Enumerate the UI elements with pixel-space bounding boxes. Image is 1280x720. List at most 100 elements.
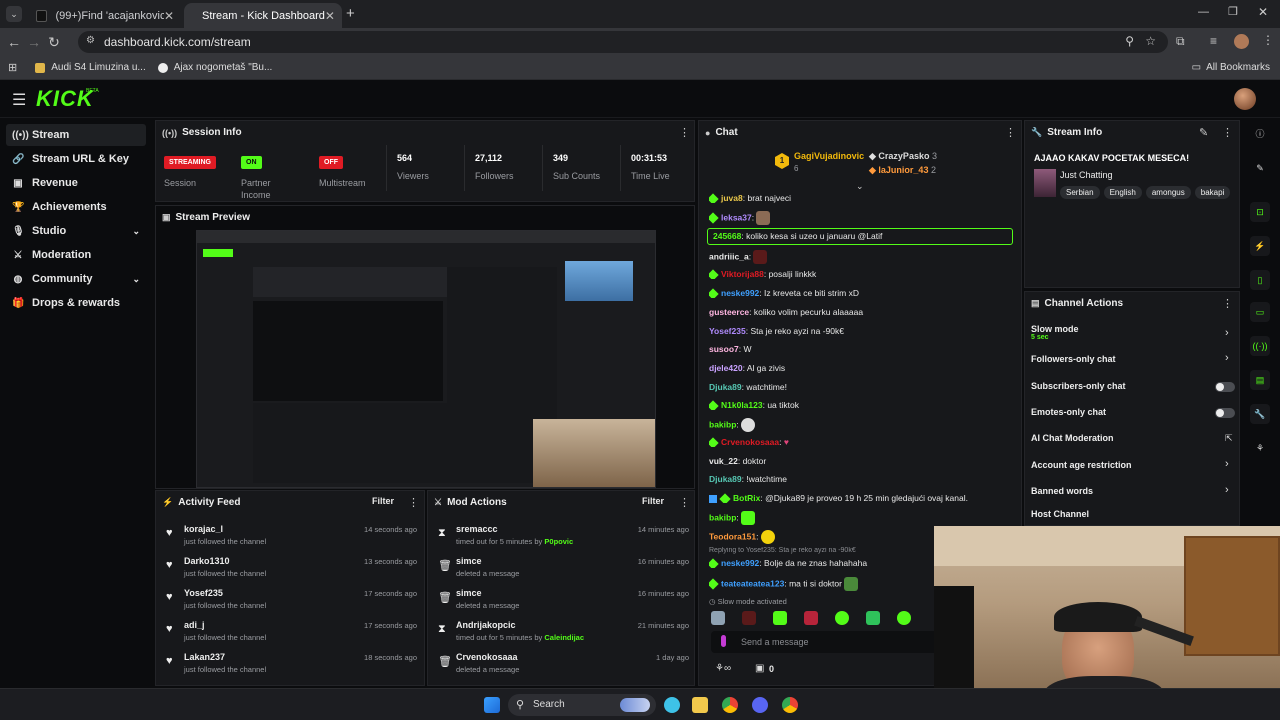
chevron-down-icon[interactable]: ⌄ bbox=[856, 181, 864, 192]
broadcast-icon[interactable]: ((·)) bbox=[1250, 336, 1270, 356]
windows-start-icon[interactable] bbox=[484, 697, 500, 713]
chat-username[interactable]: Crvenokosaaa bbox=[721, 437, 779, 447]
list-icon[interactable]: ▤ bbox=[1250, 370, 1270, 390]
chat-username[interactable]: Djuka89 bbox=[709, 474, 742, 484]
extensions-icon[interactable]: ⧉ bbox=[1176, 34, 1185, 49]
emotes-only-toggle[interactable] bbox=[1215, 408, 1235, 418]
top-gifter-3[interactable]: ◆ laJunior_43 2 bbox=[869, 165, 936, 176]
tab-kick-dashboard[interactable]: Stream - Kick Dashboard ✕ bbox=[184, 3, 342, 28]
sidebar-item-community[interactable]: ◍ Community ⌄ bbox=[6, 268, 146, 290]
tab-search-icon[interactable]: ⌄ bbox=[6, 6, 22, 22]
chat-username[interactable]: 245668 bbox=[713, 231, 741, 241]
chat-username[interactable]: susoo7 bbox=[709, 344, 739, 354]
sidebar-item-revenue[interactable]: ▣ Revenue bbox=[6, 172, 146, 194]
forward-icon[interactable]: → bbox=[24, 34, 44, 50]
sidebar-item-moderation[interactable]: ⚔ Moderation bbox=[6, 244, 146, 266]
sidebar-item-drops-rewards[interactable]: 🎁 Drops & rewards bbox=[6, 292, 146, 314]
url-field[interactable]: ⚙ dashboard.kick.com/stream ⚲ ☆ bbox=[78, 31, 1168, 53]
more-menu-icon[interactable]: ⋮ bbox=[679, 126, 690, 139]
tab-tiktok[interactable]: (99+)Find 'acajankovic' on TikTok ✕ bbox=[26, 3, 184, 28]
emote-icon[interactable] bbox=[742, 611, 756, 625]
scan-icon[interactable]: ⊡ bbox=[1250, 202, 1270, 222]
close-icon[interactable]: ✕ bbox=[164, 9, 174, 23]
chat-icon[interactable]: ▭ bbox=[1250, 302, 1270, 322]
chat-username[interactable]: bakibp bbox=[709, 512, 736, 522]
profile-avatar[interactable] bbox=[1234, 34, 1249, 49]
all-bookmarks[interactable]: ▭ All Bookmarks bbox=[1192, 62, 1270, 73]
top-gifter-2[interactable]: ◆ CrazyPasko 3 bbox=[869, 151, 937, 162]
chat-username[interactable]: juva8 bbox=[721, 193, 743, 203]
tag[interactable]: amongus bbox=[1145, 186, 1191, 199]
bookmark-star-icon[interactable]: ☆ bbox=[1145, 34, 1156, 48]
tag[interactable]: English bbox=[1103, 186, 1142, 199]
more-menu-icon[interactable]: ⋮ bbox=[679, 496, 690, 509]
emote-icon[interactable] bbox=[711, 611, 725, 625]
info-icon[interactable]: ⓘ bbox=[1250, 124, 1270, 144]
bookmark-ajax[interactable]: Ajax nogometaš "Bu... bbox=[157, 62, 272, 73]
file-explorer-icon[interactable] bbox=[692, 697, 708, 713]
chrome-icon[interactable] bbox=[722, 697, 738, 713]
chat-username[interactable]: Yosef235 bbox=[709, 326, 746, 336]
chevron-right-icon[interactable]: › bbox=[1225, 484, 1229, 496]
chevron-right-icon[interactable]: › bbox=[1225, 352, 1229, 364]
action-slow-mode[interactable]: Slow mode 5 sec bbox=[1031, 324, 1231, 344]
chat-username[interactable]: N1k0la123 bbox=[721, 400, 763, 410]
document-icon[interactable]: ▯ bbox=[1250, 270, 1270, 290]
emote-icon[interactable] bbox=[897, 611, 911, 625]
more-menu-icon[interactable]: ⋮ bbox=[1005, 126, 1016, 139]
apps-icon[interactable]: ⊞ bbox=[8, 61, 17, 74]
sidebar-item-stream-url-key[interactable]: 🔗 Stream URL & Key bbox=[6, 148, 146, 170]
action-subscribers-only[interactable]: Subscribers-only chat bbox=[1031, 381, 1231, 401]
sidebar-item-studio[interactable]: 🎙 Studio ⌄ bbox=[6, 220, 146, 242]
chat-username[interactable]: vuk_22 bbox=[709, 456, 738, 466]
hamburger-menu-icon[interactable]: ☰ bbox=[12, 90, 26, 110]
discord-icon[interactable] bbox=[752, 697, 768, 713]
close-icon[interactable]: ✕ bbox=[325, 9, 335, 23]
more-apps-icon[interactable]: ⚘ bbox=[1250, 438, 1270, 458]
more-menu-icon[interactable]: ⋮ bbox=[1222, 297, 1233, 310]
user-avatar[interactable] bbox=[1234, 88, 1256, 110]
edit-icon[interactable]: ✎ bbox=[1250, 158, 1270, 178]
maximize-icon[interactable]: ❐ bbox=[1228, 5, 1238, 18]
back-icon[interactable]: ← bbox=[4, 34, 24, 50]
chat-username[interactable]: neske992 bbox=[721, 288, 759, 298]
emote-icon[interactable] bbox=[804, 611, 818, 625]
edge-icon[interactable] bbox=[664, 697, 680, 713]
action-followers-only[interactable]: Followers-only chat bbox=[1031, 354, 1231, 374]
action-emotes-only[interactable]: Emotes-only chat bbox=[1031, 407, 1231, 427]
external-link-icon[interactable]: ⇱ bbox=[1225, 433, 1233, 444]
taskbar-search[interactable]: ⚲ Search bbox=[508, 694, 656, 716]
filter-button[interactable]: Filter bbox=[372, 496, 394, 506]
minimize-icon[interactable]: — bbox=[1198, 6, 1209, 18]
action-banned-words[interactable]: Banned words bbox=[1031, 486, 1231, 506]
sidebar-item-stream[interactable]: ((•)) Stream bbox=[6, 124, 146, 146]
bookmark-audi[interactable]: Audi S4 Limuzina u... bbox=[35, 62, 146, 73]
media-icon[interactable]: ≡ bbox=[1210, 34, 1217, 48]
filter-button[interactable]: Filter bbox=[642, 496, 664, 506]
edit-pencil-icon[interactable]: ✎ bbox=[1199, 126, 1208, 139]
chevron-right-icon[interactable]: › bbox=[1225, 458, 1229, 470]
chat-username[interactable]: teateateatea123 bbox=[721, 578, 784, 588]
emote-icon[interactable] bbox=[866, 611, 880, 625]
more-menu-icon[interactable]: ⋮ bbox=[1222, 126, 1233, 139]
chat-username[interactable]: bakibp bbox=[709, 419, 736, 429]
more-menu-icon[interactable]: ⋮ bbox=[408, 496, 419, 509]
window-close-icon[interactable]: ✕ bbox=[1258, 5, 1268, 19]
chat-username[interactable]: andriiic_a bbox=[709, 251, 749, 261]
emote-icon[interactable] bbox=[773, 611, 787, 625]
top-gifter-name[interactable]: GagiVujadinovic bbox=[794, 151, 864, 161]
site-info-icon[interactable]: ⚙ bbox=[86, 35, 95, 46]
action-ai-chat-moderation[interactable]: AI Chat Moderation bbox=[1031, 433, 1231, 453]
tag[interactable]: Serbian bbox=[1060, 186, 1100, 199]
wrench-icon[interactable]: 🔧 bbox=[1250, 404, 1270, 424]
chat-username[interactable]: BotRix bbox=[733, 493, 760, 503]
chrome-active-icon[interactable] bbox=[782, 697, 798, 713]
browser-menu-icon[interactable]: ⋮ bbox=[1262, 33, 1274, 47]
chat-username[interactable]: Teodora151 bbox=[709, 531, 756, 541]
chevron-right-icon[interactable]: › bbox=[1225, 327, 1229, 339]
infinity-points-icon[interactable]: ⚘∞ bbox=[715, 663, 731, 674]
chat-username[interactable]: Djuka89 bbox=[709, 382, 742, 392]
chat-username[interactable]: djele420 bbox=[709, 363, 743, 373]
new-tab-icon[interactable]: + bbox=[346, 5, 355, 22]
reload-icon[interactable]: ↻ bbox=[44, 34, 64, 51]
